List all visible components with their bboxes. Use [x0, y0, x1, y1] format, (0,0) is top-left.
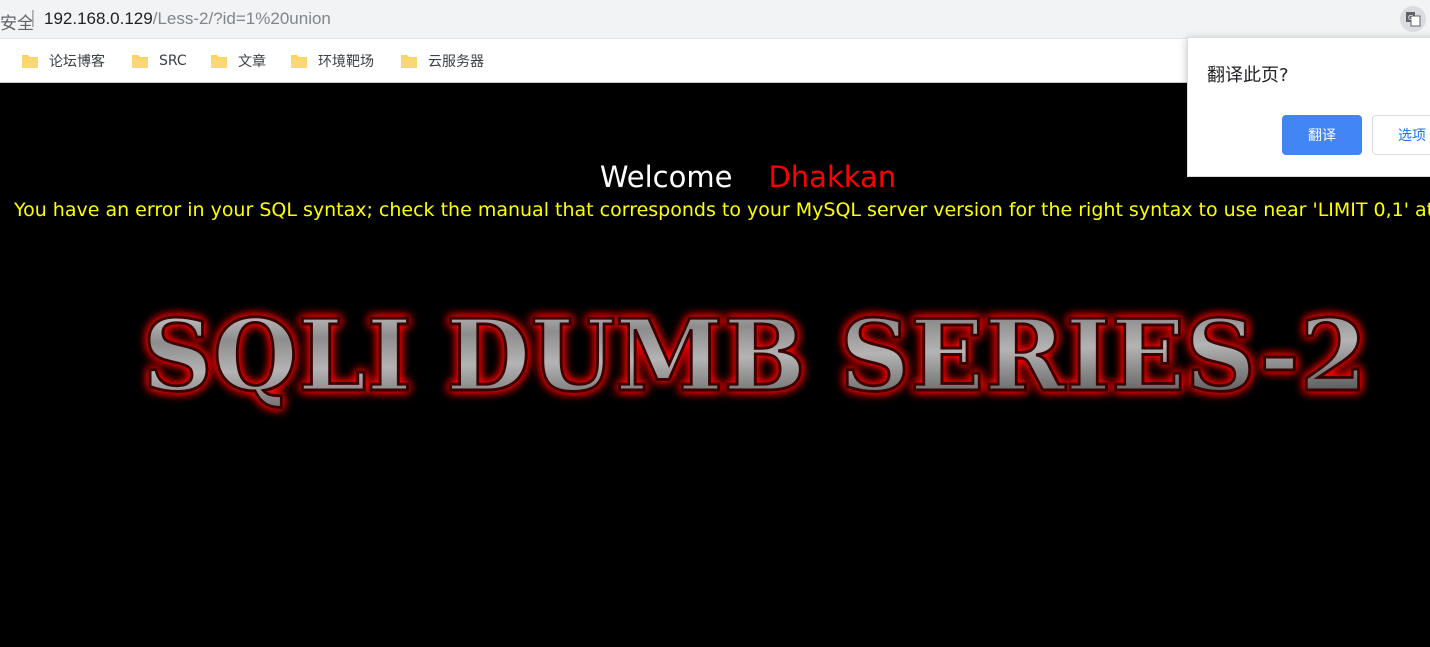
folder-icon [132, 55, 148, 68]
security-label[interactable]: 安全 [0, 9, 34, 34]
translate-popup-title: 翻译此页? [1207, 65, 1289, 86]
bookmark-folder-cloud[interactable]: 云服务器 [401, 51, 484, 71]
translate-options-button[interactable]: 选项 [1372, 115, 1430, 155]
bookmark-folder-articles[interactable]: 文章 [211, 51, 266, 71]
svg-text:G: G [1408, 14, 1413, 22]
folder-icon [211, 55, 227, 68]
folder-icon [291, 55, 307, 68]
bookmark-label: 环境靶场 [318, 54, 374, 70]
url-host: 192.168.0.129 [44, 9, 153, 28]
translate-button[interactable]: 翻译 [1282, 115, 1362, 155]
bookmark-folder-src[interactable]: SRC [132, 51, 187, 71]
bookmark-label: 云服务器 [428, 54, 484, 70]
address-bar[interactable]: 安全 | 192.168.0.129/Less-2/?id=1%20union … [0, 0, 1430, 39]
bookmark-label: 文章 [238, 54, 266, 70]
folder-icon [22, 55, 38, 68]
translate-icon[interactable]: G [1400, 6, 1426, 32]
address-separator: | [30, 8, 36, 28]
bookmark-folder-forum-blog[interactable]: 论坛博客 [22, 51, 105, 71]
welcome-text: Welcome [599, 160, 733, 194]
url-text[interactable]: 192.168.0.129/Less-2/?id=1%20union [44, 9, 331, 29]
sql-error-message: You have an error in your SQL syntax; ch… [14, 199, 1430, 221]
bookmark-label: SRC [159, 53, 187, 69]
url-path: /Less-2/?id=1%20union [152, 9, 331, 28]
bookmark-folder-lab[interactable]: 环境靶场 [291, 51, 374, 71]
translate-popup: 翻译此页? 翻译 选项 [1187, 37, 1430, 177]
banner-text: SQLI DUMB SERIES-2 [143, 299, 1368, 414]
username-text: Dhakkan [768, 160, 897, 194]
folder-icon [401, 55, 417, 68]
bookmark-label: 论坛博客 [49, 54, 105, 70]
sqli-banner-image: SQLI DUMB SERIES-2 [141, 298, 1369, 416]
